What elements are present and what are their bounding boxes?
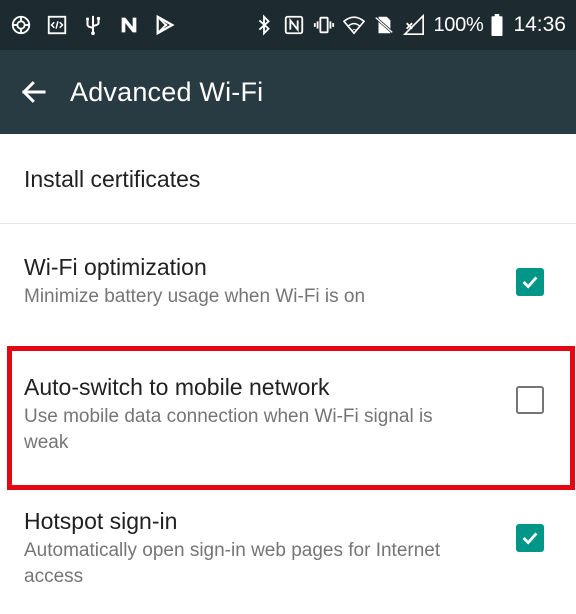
auto-switch-checkbox[interactable] bbox=[516, 386, 544, 414]
item-title: Hotspot sign-in bbox=[24, 508, 178, 534]
battery-icon bbox=[491, 14, 503, 36]
page-title: Advanced Wi-Fi bbox=[70, 76, 264, 107]
auto-switch-item[interactable]: Auto-switch to mobile network Use mobile… bbox=[0, 342, 576, 494]
no-sim-icon bbox=[373, 14, 395, 36]
item-summary: Use mobile data connection when Wi-Fi si… bbox=[24, 406, 433, 453]
nfc-icon bbox=[283, 14, 305, 36]
n-icon bbox=[118, 14, 140, 36]
settings-list: Install certificates Wi-Fi optimization … bbox=[0, 134, 576, 614]
hotspot-sign-in-item[interactable]: Hotspot sign-in Automatically open sign-… bbox=[0, 494, 576, 614]
arrow-back-icon bbox=[21, 81, 46, 103]
no-signal-icon bbox=[403, 14, 425, 36]
status-left-icons bbox=[10, 14, 176, 36]
check-icon bbox=[522, 532, 538, 545]
item-title: Install certificates bbox=[24, 165, 201, 192]
svg-text:?: ? bbox=[353, 27, 357, 36]
app-bar: Advanced Wi-Fi bbox=[0, 50, 576, 134]
play-store-icon bbox=[154, 14, 176, 36]
vibrate-icon bbox=[313, 14, 335, 36]
check-icon bbox=[522, 276, 538, 289]
hotspot-sign-in-checkbox[interactable] bbox=[516, 524, 544, 552]
status-right-icons: ? 100% 14:36 bbox=[253, 13, 566, 37]
back-button[interactable] bbox=[14, 72, 54, 112]
wifi-optimization-item[interactable]: Wi-Fi optimization Minimize battery usag… bbox=[0, 224, 576, 342]
bluetooth-icon bbox=[253, 14, 275, 36]
code-icon bbox=[46, 14, 68, 36]
item-summary: Minimize battery usage when Wi-Fi is on bbox=[24, 286, 366, 307]
settings-app-icon bbox=[10, 14, 32, 36]
item-title: Auto-switch to mobile network bbox=[24, 374, 330, 400]
usb-icon bbox=[82, 14, 104, 36]
wifi-icon: ? bbox=[343, 14, 366, 36]
wifi-optimization-checkbox[interactable] bbox=[516, 268, 544, 296]
status-bar: ? 100% 14:36 bbox=[0, 0, 576, 50]
battery-percent: 100% bbox=[433, 13, 484, 36]
install-certificates-item[interactable]: Install certificates bbox=[0, 134, 576, 224]
clock: 14:36 bbox=[513, 13, 566, 36]
item-summary: Automatically open sign-in web pages for… bbox=[24, 540, 441, 587]
item-title: Wi-Fi optimization bbox=[24, 254, 207, 280]
